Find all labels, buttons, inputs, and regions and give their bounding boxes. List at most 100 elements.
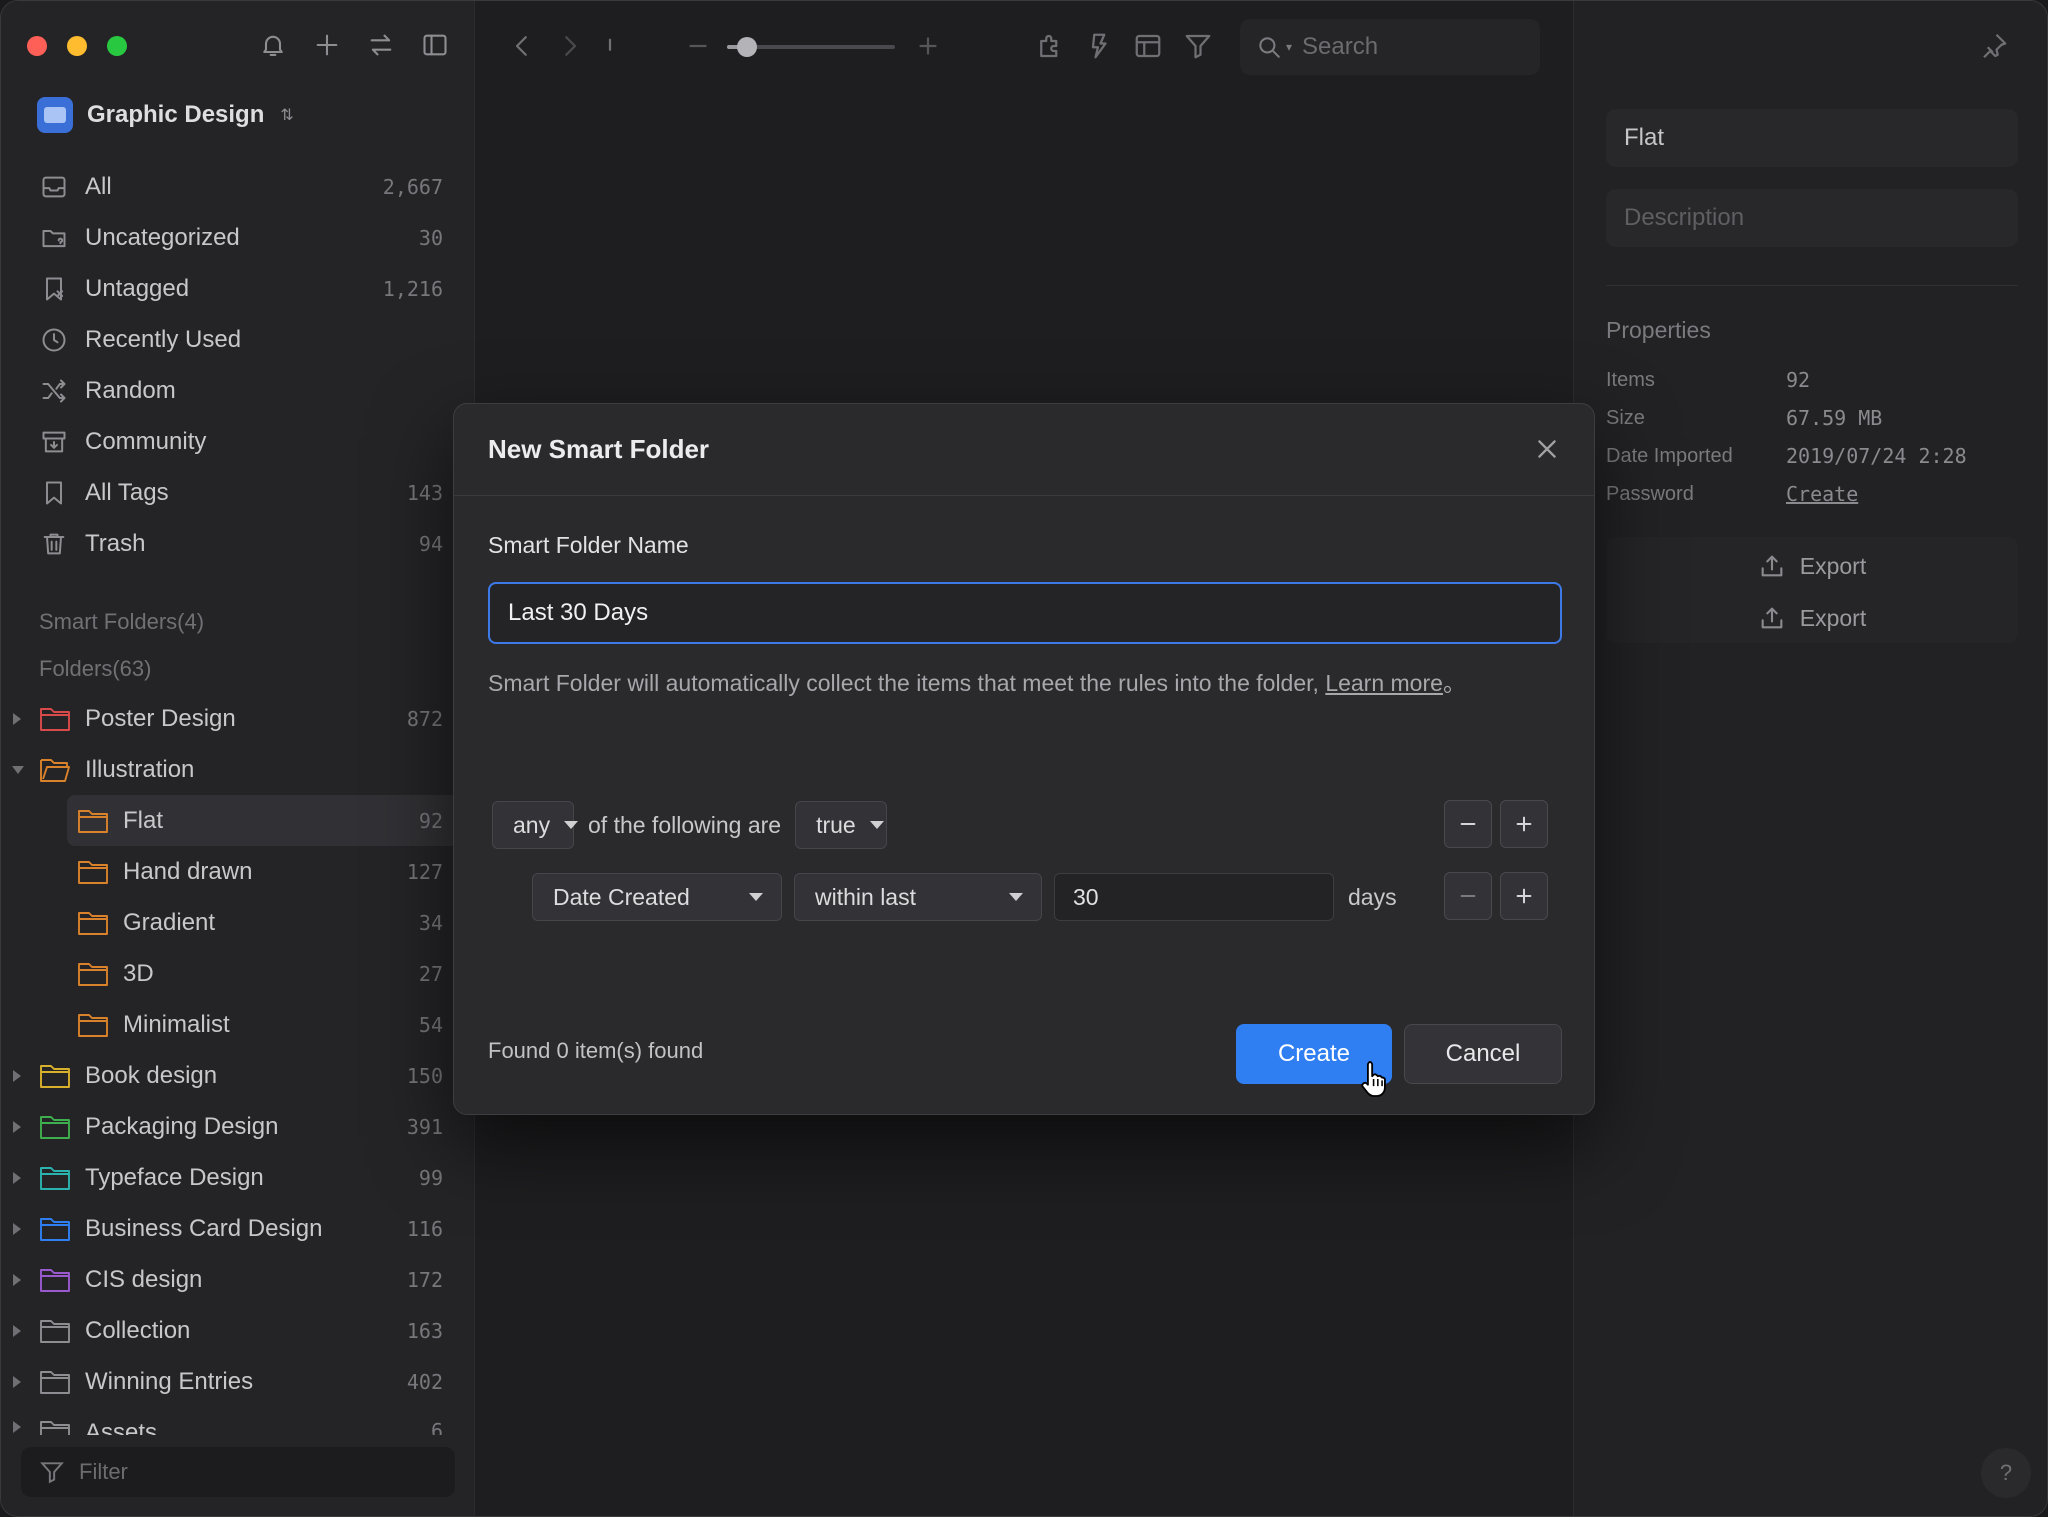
close-icon[interactable]: [1534, 436, 1564, 466]
nav-item-untagged[interactable]: Untagged 1,216: [1, 263, 475, 314]
folder-item[interactable]: Illustration: [1, 744, 475, 795]
description-field[interactable]: Description: [1606, 189, 2018, 247]
search-box[interactable]: ▾: [1240, 19, 1540, 75]
operator-dropdown[interactable]: within last: [794, 873, 1042, 921]
smart-folders-header[interactable]: Smart Folders(4): [39, 609, 204, 635]
nav-item-recently-used[interactable]: Recently Used: [1, 314, 475, 365]
caret-right-icon[interactable]: [13, 1223, 21, 1235]
action-icon[interactable]: [1083, 31, 1115, 63]
help-text: Smart Folder will automatically collect …: [488, 666, 1548, 700]
zoom-slider-knob[interactable]: [737, 37, 758, 57]
folder-item[interactable]: 3D 27: [1, 948, 475, 999]
folder-count: 34: [418, 910, 443, 935]
folder-icon: [39, 1165, 71, 1191]
folder-item[interactable]: Hand drawn 127: [1, 846, 475, 897]
folder-item[interactable]: Business Card Design 116: [1, 1203, 475, 1254]
nav-label: Untagged: [85, 274, 190, 302]
caret-right-icon[interactable]: [13, 713, 21, 725]
search-input[interactable]: [1302, 33, 1503, 61]
folder-item[interactable]: Winning Entries 402: [1, 1356, 475, 1407]
library-switcher[interactable]: Graphic Design ⇅: [37, 97, 294, 133]
nav-item-community[interactable]: Community: [1, 416, 475, 467]
nav-item-random[interactable]: Random: [1, 365, 475, 416]
folder-item[interactable]: Minimalist 54: [1, 999, 475, 1050]
folder-count: 116: [406, 1216, 443, 1241]
field-dropdown[interactable]: Date Created: [532, 873, 782, 921]
smart-folder-name-input[interactable]: [488, 582, 1562, 644]
folders-header[interactable]: Folders(63): [39, 656, 151, 682]
folder-item[interactable]: Gradient 34: [1, 897, 475, 948]
add-condition-button[interactable]: [1500, 872, 1548, 920]
folder-label: Packaging Design: [85, 1112, 279, 1140]
export-button[interactable]: Export: [1606, 593, 2018, 643]
learn-more-link[interactable]: Learn more: [1325, 670, 1443, 696]
maximize-window-button[interactable]: [107, 36, 127, 56]
folder-count: 127: [406, 859, 443, 884]
zoom-out-icon[interactable]: [683, 31, 715, 63]
folder-name-field[interactable]: Flat: [1606, 109, 2018, 167]
filter-icon[interactable]: [1183, 31, 1215, 63]
add-group-button[interactable]: [1500, 800, 1548, 848]
export-button[interactable]: Export: [1606, 541, 2018, 591]
zoom-slider[interactable]: [727, 37, 895, 57]
found-count-text: Found 0 item(s) found: [488, 1038, 704, 1063]
folder-label: Minimalist: [123, 1010, 230, 1038]
nav-count: 94: [418, 531, 443, 556]
folder-item[interactable]: Assets 6: [1, 1407, 475, 1435]
nav-item-all[interactable]: All 2,667: [1, 161, 475, 212]
library-icon: [37, 97, 73, 133]
folder-item[interactable]: Typeface Design 99: [1, 1152, 475, 1203]
cancel-button[interactable]: Cancel: [1404, 1024, 1562, 1084]
folder-item-selected[interactable]: Flat 92: [67, 795, 475, 846]
folder-label: Assets: [85, 1419, 158, 1435]
remove-group-button[interactable]: [1444, 800, 1492, 848]
back-icon[interactable]: [507, 31, 539, 63]
folder-item[interactable]: Collection 163: [1, 1305, 475, 1356]
close-window-button[interactable]: [27, 36, 47, 56]
folder-item[interactable]: Book design 150: [1, 1050, 475, 1101]
minimize-window-button[interactable]: [67, 36, 87, 56]
help-button[interactable]: ?: [1981, 1448, 2031, 1498]
caret-right-icon[interactable]: [13, 1421, 21, 1433]
caret-down-icon[interactable]: [12, 766, 24, 774]
remove-condition-button[interactable]: [1444, 872, 1492, 920]
caret-right-icon[interactable]: [13, 1172, 21, 1184]
caret-right-icon[interactable]: [13, 1274, 21, 1286]
swap-icon[interactable]: [365, 29, 397, 61]
plugin-icon[interactable]: [1035, 31, 1067, 63]
password-create-link[interactable]: Create: [1786, 482, 1858, 506]
caret-right-icon[interactable]: [13, 1121, 21, 1133]
help-text-suffix: 。: [1442, 670, 1466, 696]
zoom-in-icon[interactable]: [913, 31, 945, 63]
layout-icon[interactable]: [1133, 31, 1165, 63]
pin-icon[interactable]: [1979, 31, 2009, 61]
caret-right-icon[interactable]: [13, 1376, 21, 1388]
forward-icon[interactable]: [555, 31, 587, 63]
nav-count: 143: [406, 480, 443, 505]
sidebar-toggle-icon[interactable]: [419, 29, 451, 61]
folder-item[interactable]: Poster Design 872: [1, 693, 475, 744]
folder-icon: [39, 1369, 71, 1395]
folder-item[interactable]: CIS design 172: [1, 1254, 475, 1305]
folder-item[interactable]: Packaging Design 391: [1, 1101, 475, 1152]
plus-icon[interactable]: [311, 29, 343, 61]
dialog-title: New Smart Folder: [488, 434, 710, 464]
folder-label: Winning Entries: [85, 1367, 254, 1395]
chevron-down-icon[interactable]: ▾: [1286, 40, 1292, 54]
folder-icon: [39, 1419, 71, 1435]
folder-icon: [39, 1318, 71, 1344]
truth-dropdown[interactable]: true: [795, 801, 888, 849]
match-dropdown[interactable]: any: [492, 801, 579, 849]
folder-icon: [39, 1216, 71, 1242]
bell-icon[interactable]: [257, 29, 289, 61]
sidebar-filter[interactable]: Filter: [21, 1447, 455, 1497]
nav-item-trash[interactable]: Trash 94: [1, 518, 475, 569]
upload-icon: [1761, 607, 1783, 629]
nav-item-all-tags[interactable]: All Tags 143: [1, 467, 475, 518]
property-value: 67.59 MB: [1786, 406, 1883, 430]
nav-item-uncategorized[interactable]: Uncategorized 30: [1, 212, 475, 263]
caret-right-icon[interactable]: [13, 1070, 21, 1082]
folder-icon: [77, 859, 109, 885]
days-value-input[interactable]: [1054, 873, 1334, 921]
caret-right-icon[interactable]: [13, 1325, 21, 1337]
